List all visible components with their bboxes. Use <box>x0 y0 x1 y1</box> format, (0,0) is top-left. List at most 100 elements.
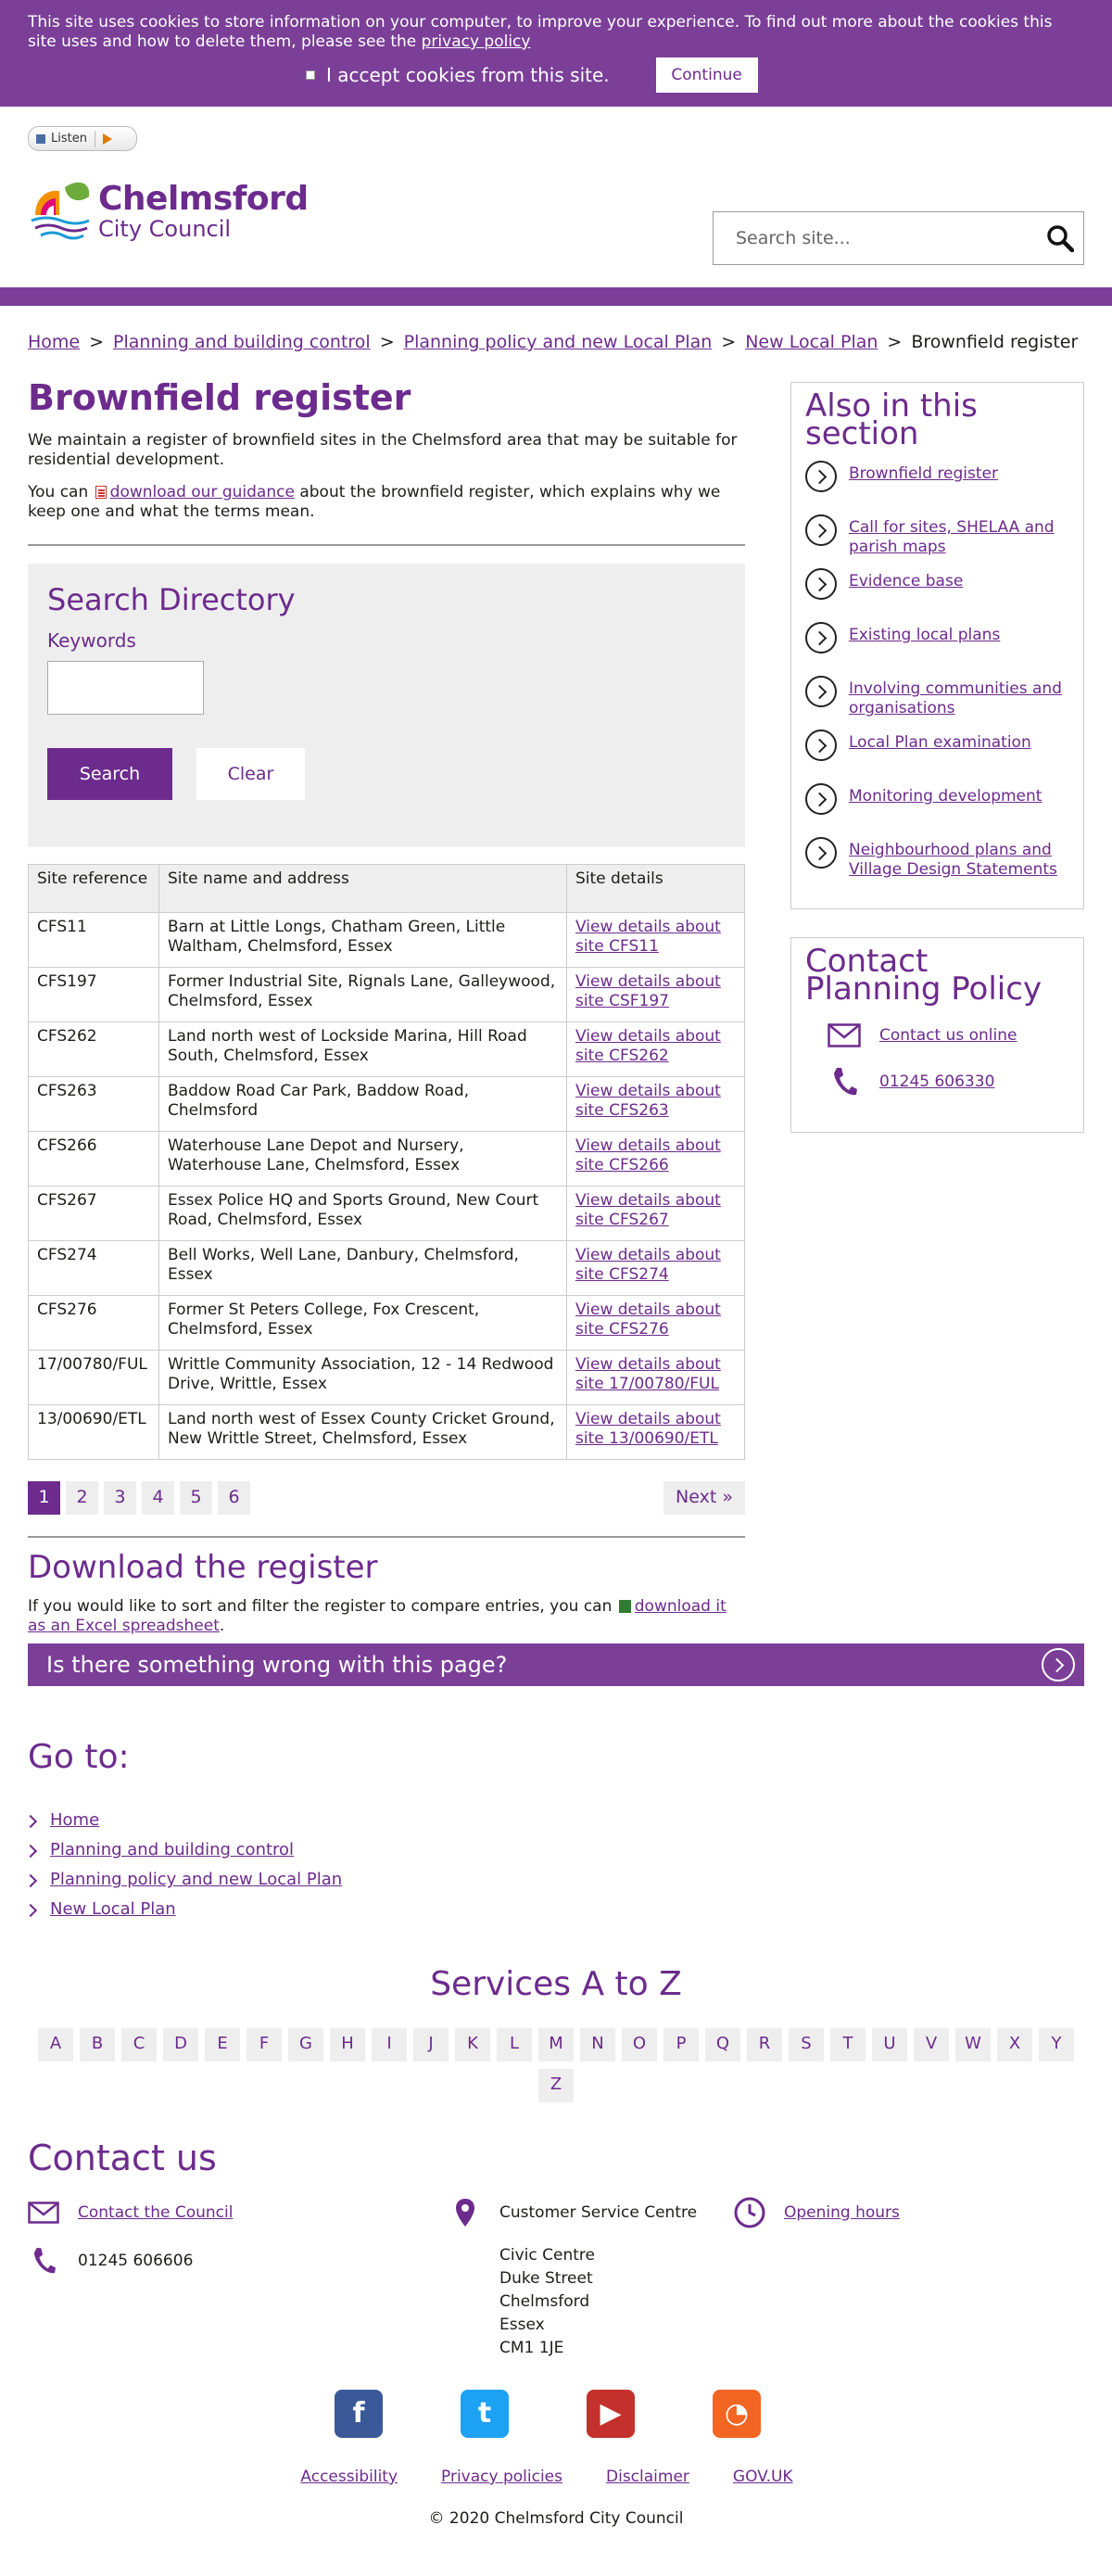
az-letter-k[interactable]: K <box>455 2027 490 2062</box>
site-details-link[interactable]: View details about site 13/00690/ETL <box>575 1410 721 1448</box>
facebook-icon[interactable]: f <box>335 2390 383 2438</box>
page-6[interactable]: 6 <box>218 1481 250 1515</box>
az-letter-a[interactable]: A <box>38 2027 73 2062</box>
az-letter-c[interactable]: C <box>121 2027 157 2062</box>
goto-planning-policy-link[interactable]: Planning policy and new Local Plan <box>50 1869 342 1891</box>
az-letter-q[interactable]: Q <box>705 2027 740 2062</box>
sidebar-item[interactable]: Brownfield register <box>805 461 1069 518</box>
page-2[interactable]: 2 <box>66 1481 98 1515</box>
search-directory-title: Search Directory <box>47 582 296 617</box>
rss-icon[interactable]: ◔ <box>713 2390 761 2438</box>
az-letter-p[interactable]: P <box>663 2027 699 2062</box>
sidebar-item-link[interactable]: Local Plan examination <box>849 733 1031 753</box>
site-details-link[interactable]: View details about site CFS262 <box>575 1027 721 1065</box>
sidebar-item[interactable]: Monitoring development <box>805 783 1069 841</box>
youtube-icon[interactable]: ▶ <box>587 2390 635 2438</box>
sidebar-item-link[interactable]: Evidence base <box>849 572 963 591</box>
az-letter-d[interactable]: D <box>163 2027 198 2062</box>
az-letter-l[interactable]: L <box>497 2027 532 2062</box>
sidebar-item[interactable]: Existing local plans <box>805 622 1069 679</box>
sidebar-item[interactable]: Involving communities and organisations <box>805 676 1069 733</box>
page-4[interactable]: 4 <box>142 1481 174 1515</box>
az-letter-n[interactable]: N <box>580 2027 615 2062</box>
breadcrumb-home[interactable]: Home <box>28 331 80 355</box>
site-name-address: Barn at Little Longs, Chatham Green, Lit… <box>158 912 567 968</box>
sidebar-item[interactable]: Evidence base <box>805 568 1069 626</box>
breadcrumb-new-local-plan[interactable]: New Local Plan <box>745 331 878 355</box>
govuk-link[interactable]: GOV.UK <box>733 2467 793 2488</box>
az-letter-i[interactable]: I <box>372 2027 407 2062</box>
sidebar-item-link[interactable]: Brownfield register <box>849 464 998 484</box>
az-letter-s[interactable]: S <box>789 2027 824 2062</box>
breadcrumb-planning-policy[interactable]: Planning policy and new Local Plan <box>404 331 713 355</box>
accept-cookies-checkbox[interactable] <box>306 70 315 80</box>
site-details-link[interactable]: View details about site CFS11 <box>575 918 721 956</box>
main-content: Brownfield register We maintain a regist… <box>28 375 745 1636</box>
page-1[interactable]: 1 <box>28 1481 60 1515</box>
column-header: Site reference <box>28 864 159 913</box>
az-letter-r[interactable]: R <box>747 2027 782 2062</box>
az-letter-z[interactable]: Z <box>538 2068 574 2102</box>
az-letter-f[interactable]: F <box>246 2027 282 2062</box>
site-details-link[interactable]: View details about site CFS266 <box>575 1136 721 1174</box>
goto-home-link[interactable]: Home <box>50 1809 99 1832</box>
download-guidance-link[interactable]: download our guidance <box>110 483 295 501</box>
privacy-policy-link[interactable]: privacy policy <box>422 32 531 51</box>
site-details-link[interactable]: View details about site 17/00780/FUL <box>575 1355 721 1393</box>
next-page-button[interactable]: Next » <box>663 1481 745 1515</box>
az-letter-w[interactable]: W <box>955 2027 991 2062</box>
az-letter-m[interactable]: M <box>538 2027 574 2062</box>
sidebar-item-link[interactable]: Call for sites, SHELAA and parish maps <box>849 518 1069 557</box>
page-3[interactable]: 3 <box>104 1481 136 1515</box>
listen-button[interactable]: Listen <box>28 126 137 151</box>
az-letter-o[interactable]: O <box>622 2027 657 2062</box>
goto-section: Go to: Home Planning and building contro… <box>23 1735 342 1925</box>
breadcrumb-planning-building[interactable]: Planning and building control <box>113 331 371 355</box>
sidebar-item-link[interactable]: Existing local plans <box>849 626 1000 645</box>
clear-button[interactable]: Clear <box>196 748 305 800</box>
az-letter-b[interactable]: B <box>80 2027 115 2062</box>
sidebar-item[interactable]: Neighbourhood plans and Village Design S… <box>805 837 1069 895</box>
sidebar-item-link[interactable]: Neighbourhood plans and Village Design S… <box>849 841 1069 880</box>
site-details-link[interactable]: View details about site CFS276 <box>575 1301 721 1339</box>
goto-new-local-plan-link[interactable]: New Local Plan <box>50 1898 176 1921</box>
site-details-link[interactable]: View details about site CFS263 <box>575 1082 721 1120</box>
chevron-circle-icon <box>805 837 837 869</box>
contact-phone-link[interactable]: 01245 606330 <box>879 1072 994 1093</box>
site-search-input[interactable] <box>736 228 1037 248</box>
az-letter-h[interactable]: H <box>330 2027 365 2062</box>
az-letter-t[interactable]: T <box>830 2027 866 2062</box>
council-logo[interactable]: Chelmsford City Council <box>28 178 309 245</box>
search-icon[interactable] <box>1037 224 1083 252</box>
sidebar-item[interactable]: Call for sites, SHELAA and parish maps <box>805 514 1069 572</box>
twitter-icon[interactable]: t <box>461 2390 509 2438</box>
site-details-link[interactable]: View details about site CFS267 <box>575 1191 721 1229</box>
az-letter-v[interactable]: V <box>914 2027 949 2062</box>
table-row: CFS11 Barn at Little Longs, Chatham Green… <box>28 912 745 968</box>
opening-hours-link[interactable]: Opening hours <box>784 2202 900 2224</box>
keywords-input[interactable] <box>47 661 204 715</box>
az-letter-y[interactable]: Y <box>1039 2027 1074 2062</box>
site-details-link[interactable]: View details about site CSF197 <box>575 972 721 1010</box>
sidebar-item-link[interactable]: Monitoring development <box>849 787 1042 806</box>
site-reference: 13/00690/ETL <box>28 1404 159 1460</box>
az-letter-x[interactable]: X <box>997 2027 1032 2062</box>
accessibility-link[interactable]: Accessibility <box>300 2467 398 2488</box>
chevron-circle-icon <box>805 514 837 546</box>
az-letter-e[interactable]: E <box>205 2027 240 2062</box>
search-button[interactable]: Search <box>47 748 172 800</box>
site-details-link[interactable]: View details about site CFS274 <box>575 1246 721 1284</box>
contact-council-link[interactable]: Contact the Council <box>78 2202 233 2224</box>
az-letter-u[interactable]: U <box>872 2027 907 2062</box>
goto-planning-building-link[interactable]: Planning and building control <box>50 1839 294 1861</box>
page-5[interactable]: 5 <box>180 1481 212 1515</box>
disclaimer-link[interactable]: Disclaimer <box>606 2467 689 2488</box>
privacy-policies-link[interactable]: Privacy policies <box>441 2467 562 2488</box>
feedback-bar[interactable]: Is there something wrong with this page? <box>28 1643 1084 1686</box>
contact-online-link[interactable]: Contact us online <box>879 1025 1017 1047</box>
az-letter-j[interactable]: J <box>413 2027 449 2062</box>
continue-button[interactable]: Continue <box>655 57 758 93</box>
az-letter-g[interactable]: G <box>288 2027 323 2062</box>
sidebar-item[interactable]: Local Plan examination <box>805 730 1069 787</box>
sidebar-item-link[interactable]: Involving communities and organisations <box>849 679 1069 718</box>
